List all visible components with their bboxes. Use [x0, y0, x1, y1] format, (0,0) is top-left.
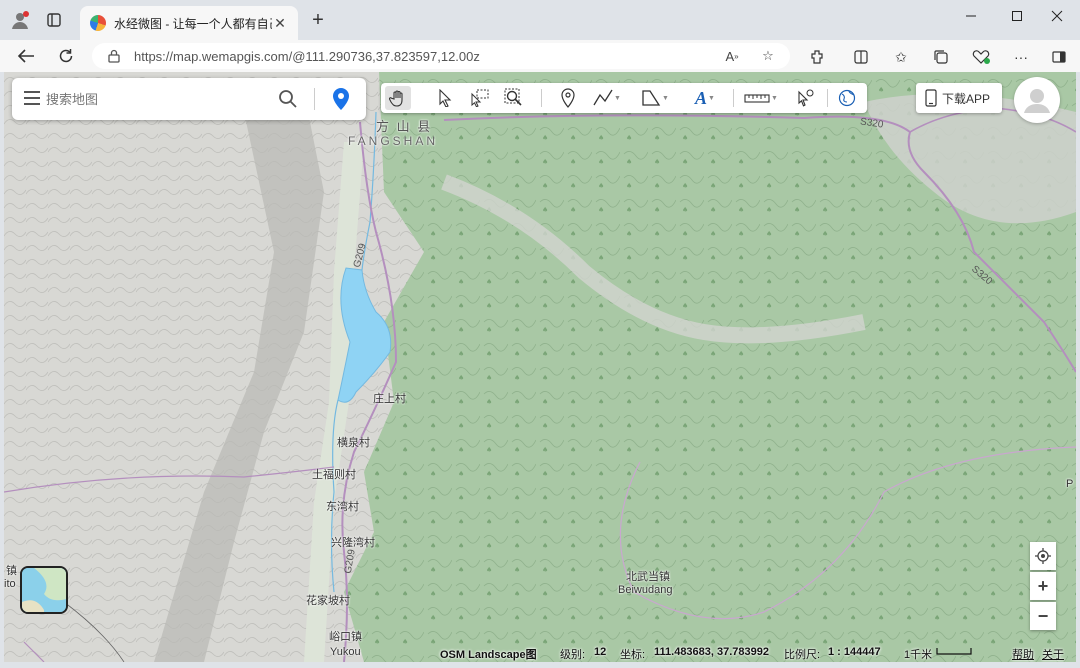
- crosshair-icon: [1035, 548, 1051, 564]
- map-search-box: [12, 78, 366, 120]
- about-link[interactable]: 关于: [1042, 646, 1064, 662]
- scale-label: 比例尺:: [784, 649, 821, 661]
- map-label-xinglongwan: 兴隆湾村: [331, 537, 375, 549]
- map-label-huajiapo: 花家坡村: [306, 595, 350, 607]
- user-avatar[interactable]: [1014, 77, 1060, 123]
- new-tab-button[interactable]: +: [306, 10, 330, 30]
- close-tab-icon[interactable]: ✕: [272, 15, 288, 32]
- phone-icon: [925, 89, 937, 107]
- refresh-button[interactable]: [54, 44, 78, 68]
- extensions-icon[interactable]: [806, 46, 828, 68]
- user-icon: [1024, 89, 1050, 113]
- zoom-out-button[interactable]: −: [1030, 602, 1056, 630]
- map-label-dongwan: 东湾村: [326, 501, 359, 513]
- zoom-in-button[interactable]: +: [1030, 572, 1056, 600]
- close-window-button[interactable]: [1034, 0, 1080, 32]
- text-tool-icon[interactable]: A ▼: [687, 86, 723, 110]
- search-icon[interactable]: [278, 89, 298, 109]
- box-select-icon[interactable]: [467, 86, 491, 110]
- profile-icon[interactable]: [8, 8, 32, 32]
- coordinate-value: 111.483683, 37.783992: [654, 646, 770, 658]
- site-favicon-icon: [90, 15, 106, 31]
- menu-icon[interactable]: [24, 91, 40, 105]
- search-divider: [314, 88, 315, 110]
- collections-icon[interactable]: [930, 46, 952, 68]
- zoom-box-icon[interactable]: [501, 86, 527, 110]
- browser-tab[interactable]: 水经微图 - 让每一个人都有自己的 ✕: [80, 6, 298, 40]
- globe-icon[interactable]: [835, 86, 859, 110]
- minimize-button[interactable]: [948, 0, 994, 32]
- map-label-fangshan-cn: 方 山 县: [376, 119, 433, 134]
- scalebar-label: 1千米: [904, 649, 933, 661]
- basemap-thumbnail-icon: [22, 568, 66, 612]
- help-link[interactable]: 帮助: [1012, 646, 1034, 662]
- map-label-beiwudang-cn: 北武当镇: [626, 571, 670, 583]
- download-app-label: 下载APP: [942, 91, 991, 106]
- map-label-hengquan: 横泉村: [337, 437, 370, 449]
- map-tiles: ♠: [4, 72, 1076, 662]
- coordinate-label: 坐标:: [620, 649, 646, 661]
- back-button[interactable]: [14, 44, 38, 68]
- map-label-p-right: P: [1066, 478, 1074, 490]
- measure-ruler-icon[interactable]: ▼: [741, 86, 781, 110]
- zoom-level-value: 12: [594, 646, 607, 658]
- locate-me-button[interactable]: [1030, 542, 1056, 570]
- map-label-yukou-cn: 峪口镇: [329, 631, 362, 643]
- layer-name: OSM Landscape图: [440, 649, 537, 661]
- map-label-beiwudang-en: Beiwudang: [618, 584, 673, 596]
- lock-icon: [108, 49, 120, 63]
- browser-tab-bar: 水经微图 - 让每一个人都有自己的 ✕ +: [0, 0, 1080, 40]
- map-canvas[interactable]: ♠ 方 山 县 FANGSHAN 庄上村 横泉村 土: [4, 72, 1076, 662]
- read-aloud-icon[interactable]: A»: [722, 46, 742, 66]
- favorites-icon[interactable]: ✩: [890, 46, 912, 68]
- map-toolbar: ▼ ▼ A ▼ ▼: [381, 83, 867, 113]
- more-menu-icon[interactable]: ···: [1010, 46, 1032, 68]
- scalebar-graphic: [936, 644, 972, 659]
- download-app-button[interactable]: 下载APP: [916, 83, 1002, 113]
- split-screen-icon[interactable]: [850, 46, 872, 68]
- map-label-fangshan-en: FANGSHAN: [348, 134, 439, 148]
- map-status-bar: OSM Landscape图 级别: 12 坐标: 111.483683, 37…: [4, 644, 1076, 662]
- zoom-level-label: 级别:: [560, 649, 586, 661]
- browser-address-bar: https://map.wemapgis.com/@111.290736,37.…: [0, 40, 1080, 72]
- url-text: https://map.wemapgis.com/@111.290736,37.…: [134, 48, 480, 64]
- location-pin-icon[interactable]: [330, 87, 352, 111]
- polygon-icon[interactable]: ▼: [637, 86, 673, 110]
- scale-value: 1 : 144447: [828, 646, 881, 658]
- polyline-icon[interactable]: ▼: [589, 86, 625, 110]
- basemap-switcher[interactable]: [20, 566, 68, 614]
- tab-title: 水经微图 - 让每一个人都有自己的: [114, 16, 272, 31]
- select-arrow-icon[interactable]: [433, 86, 457, 110]
- map-label-tufuze: 土福则村: [312, 469, 356, 481]
- map-search-input[interactable]: [46, 89, 266, 109]
- tab-actions-icon[interactable]: [42, 8, 66, 32]
- map-label-zhen-left2: ito: [4, 578, 16, 590]
- map-label-zhuangshang: 庄上村: [373, 393, 406, 405]
- marker-icon[interactable]: [557, 86, 579, 110]
- map-label-zhen-left: 镇: [6, 565, 17, 577]
- copilot-icon[interactable]: [1048, 46, 1070, 68]
- url-field[interactable]: https://map.wemapgis.com/@111.290736,37.…: [92, 43, 790, 69]
- browser-essentials-icon[interactable]: [970, 46, 992, 68]
- favorite-star-icon[interactable]: ☆: [758, 46, 778, 66]
- pan-hand-icon[interactable]: [385, 86, 411, 110]
- query-arrow-icon[interactable]: [793, 86, 817, 110]
